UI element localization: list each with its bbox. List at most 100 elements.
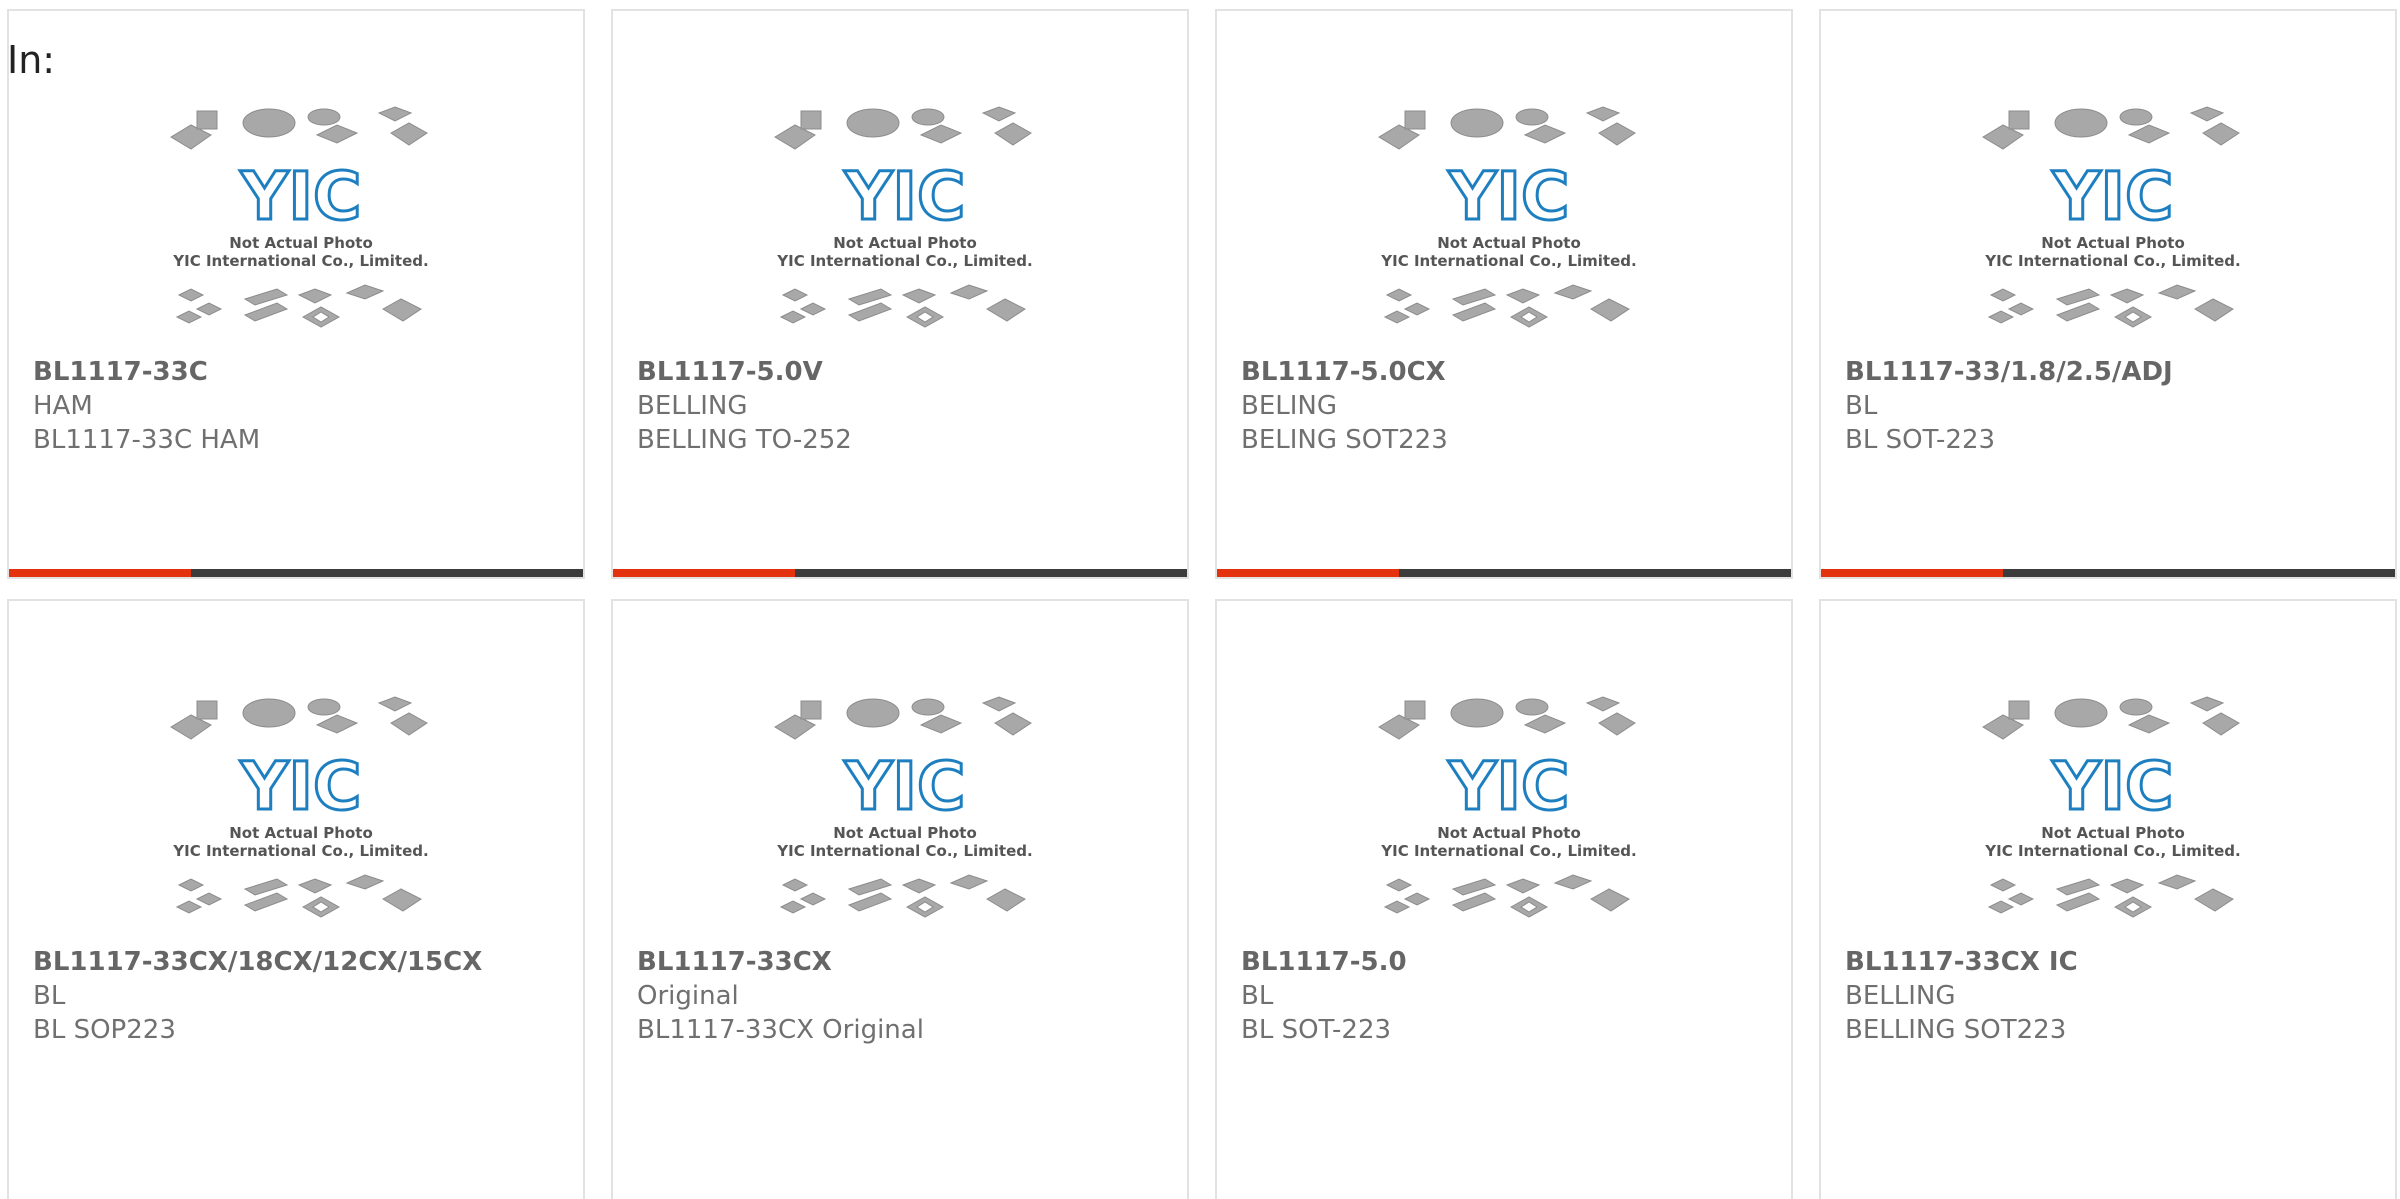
placeholder-caption: Not Actual Photo — [833, 234, 977, 252]
placeholder-caption: Not Actual Photo — [229, 824, 373, 842]
part-number-link[interactable]: BL1117-33CX IC — [1845, 945, 2385, 979]
manufacturer: Original — [637, 981, 739, 1011]
card-accent — [1217, 569, 1399, 577]
part-number-link[interactable]: BL1117-5.0 — [1241, 945, 1781, 979]
placeholder-caption: Not Actual Photo — [833, 824, 977, 842]
product-image[interactable]: YIC Not Actual Photo YIC International Co.… — [1377, 689, 1641, 929]
yic-logo: YIC — [2052, 748, 2174, 825]
card-bottom-bar — [1821, 569, 2395, 577]
chip-icons-top — [1982, 106, 2240, 150]
card-accent — [1821, 569, 2003, 577]
product-card[interactable]: YIC Not Actual Photo YIC International Co.… — [7, 9, 585, 579]
product-card[interactable]: YIC Not Actual Photo YIC International Co.… — [1819, 9, 2397, 579]
product-card[interactable]: YIC Not Actual Photo YIC International Co.… — [611, 599, 1189, 1199]
chip-icons-top — [170, 106, 428, 150]
manufacturer: BELLING — [1845, 981, 1956, 1011]
placeholder-caption: Not Actual Photo — [1437, 824, 1581, 842]
chip-icons-top — [774, 696, 1032, 740]
product-card[interactable]: YIC Not Actual Photo YIC International Co.… — [1215, 599, 1793, 1199]
product-card[interactable]: YIC Not Actual Photo YIC International Co.… — [7, 599, 585, 1199]
placeholder-company: YIC International Co., Limited. — [172, 252, 428, 270]
placeholder-photo: YICNot Actual PhotoYIC International Co.… — [1982, 696, 2241, 918]
chip-icons-top — [170, 696, 428, 740]
yic-logo: YIC — [240, 748, 362, 825]
part-number-link[interactable]: BL1117-33CX — [637, 945, 1177, 979]
placeholder-caption: Not Actual Photo — [229, 234, 373, 252]
placeholder-photo: YICNot Actual PhotoYIC International Co.… — [170, 106, 429, 328]
chip-icons-bottom — [1987, 874, 2234, 918]
product-info: BL1117-5.0CX BELING BELING SOT223 — [1241, 355, 1781, 457]
placeholder-company: YIC International Co., Limited. — [1984, 842, 2240, 860]
part-number-link[interactable]: BL1117-5.0V — [637, 355, 1177, 389]
chip-icons-top — [1378, 696, 1636, 740]
chip-icons-top — [1378, 106, 1636, 150]
manufacturer: BELLING — [637, 391, 748, 421]
description: BELING SOT223 — [1241, 425, 1448, 455]
placeholder-caption: Not Actual Photo — [2041, 234, 2185, 252]
placeholder-company: YIC International Co., Limited. — [1380, 252, 1636, 270]
chip-icons-bottom — [779, 874, 1026, 918]
placeholder-company: YIC International Co., Limited. — [1984, 252, 2240, 270]
chip-icons-top — [774, 106, 1032, 150]
manufacturer: HAM — [33, 391, 93, 421]
manufacturer: BELING — [1241, 391, 1338, 421]
manufacturer: BL — [1845, 391, 1878, 421]
chip-icons-bottom — [1383, 284, 1630, 328]
product-card[interactable]: YIC Not Actual Photo YIC International Co.… — [1215, 9, 1793, 579]
placeholder-company: YIC International Co., Limited. — [776, 252, 1032, 270]
product-image[interactable]: YIC Not Actual Photo YIC International Co.… — [1377, 99, 1641, 339]
placeholder-photo: YICNot Actual PhotoYIC International Co.… — [774, 696, 1033, 918]
part-number-link[interactable]: BL1117-33/1.8/2.5/ADJ — [1845, 355, 2385, 389]
product-image[interactable]: YIC Not Actual Photo YIC International Co.… — [169, 689, 433, 929]
chip-icons-bottom — [1383, 874, 1630, 918]
product-info: BL1117-33/1.8/2.5/ADJ BL BL SOT-223 — [1845, 355, 2385, 457]
product-info: BL1117-33CX IC BELLING BELLING SOT223 — [1845, 945, 2385, 1047]
product-image[interactable]: YIC Not Actual Photo YIC International Co.… — [169, 99, 433, 339]
placeholder-photo: YICNot Actual PhotoYIC International Co.… — [774, 106, 1033, 328]
manufacturer: BL — [33, 981, 66, 1011]
product-card[interactable]: YIC Not Actual Photo YIC International Co.… — [1819, 599, 2397, 1199]
placeholder-photo: YICNot Actual PhotoYIC International Co.… — [1378, 106, 1637, 328]
product-image[interactable]: YIC Not Actual Photo YIC International Co.… — [1981, 689, 2245, 929]
product-info: BL1117-33CX/18CX/12CX/15CX BL BL SOP223 — [33, 945, 573, 1047]
description: BL1117-33C HAM — [33, 425, 261, 455]
product-image[interactable]: YIC Not Actual Photo YIC International Co.… — [1981, 99, 2245, 339]
product-image[interactable]: YIC Not Actual Photo YIC International Co.… — [773, 99, 1037, 339]
chip-icons-top — [1982, 696, 2240, 740]
part-number-link[interactable]: BL1117-5.0CX — [1241, 355, 1781, 389]
product-grid: In: YIC Not Actual Photo YIC International… — [0, 0, 2400, 1199]
product-info: BL1117-33CX Original BL1117-33CX Origina… — [637, 945, 1177, 1047]
placeholder-company: YIC International Co., Limited. — [172, 842, 428, 860]
description: BL SOP223 — [33, 1015, 176, 1045]
description: BELLING SOT223 — [1845, 1015, 2067, 1045]
placeholder-caption: Not Actual Photo — [2041, 824, 2185, 842]
yic-logo: YIC — [2052, 158, 2174, 235]
placeholder-company: YIC International Co., Limited. — [776, 842, 1032, 860]
chip-icons-bottom — [175, 284, 422, 328]
product-image[interactable]: YIC Not Actual Photo YIC International Co.… — [773, 689, 1037, 929]
chip-icons-bottom — [779, 284, 1026, 328]
placeholder-company: YIC International Co., Limited. — [1380, 842, 1636, 860]
in-label: In: — [7, 38, 56, 82]
description: BL1117-33CX Original — [637, 1015, 924, 1045]
part-number-link[interactable]: BL1117-33C — [33, 355, 573, 389]
yic-logo: YIC — [240, 158, 362, 235]
product-info: BL1117-33C HAM BL1117-33C HAM — [33, 355, 573, 457]
card-bottom-bar — [9, 569, 583, 577]
chip-icons-bottom — [1987, 284, 2234, 328]
placeholder-photo: YICNot Actual PhotoYIC International Co.… — [1982, 106, 2241, 328]
yic-logo: YIC — [1448, 748, 1570, 825]
placeholder-caption: Not Actual Photo — [1437, 234, 1581, 252]
card-accent — [9, 569, 191, 577]
description: BL SOT-223 — [1241, 1015, 1392, 1045]
card-bottom-bar — [613, 569, 1187, 577]
part-number-link[interactable]: BL1117-33CX/18CX/12CX/15CX — [33, 945, 573, 979]
description: BELLING TO-252 — [637, 425, 852, 455]
description: BL SOT-223 — [1845, 425, 1996, 455]
manufacturer: BL — [1241, 981, 1274, 1011]
placeholder-photo: YICNot Actual PhotoYIC International Co.… — [170, 696, 429, 918]
product-info: BL1117-5.0 BL BL SOT-223 — [1241, 945, 1781, 1047]
card-bottom-bar — [1217, 569, 1791, 577]
yic-logo: YIC — [844, 158, 966, 235]
product-card[interactable]: YIC Not Actual Photo YIC International Co.… — [611, 9, 1189, 579]
